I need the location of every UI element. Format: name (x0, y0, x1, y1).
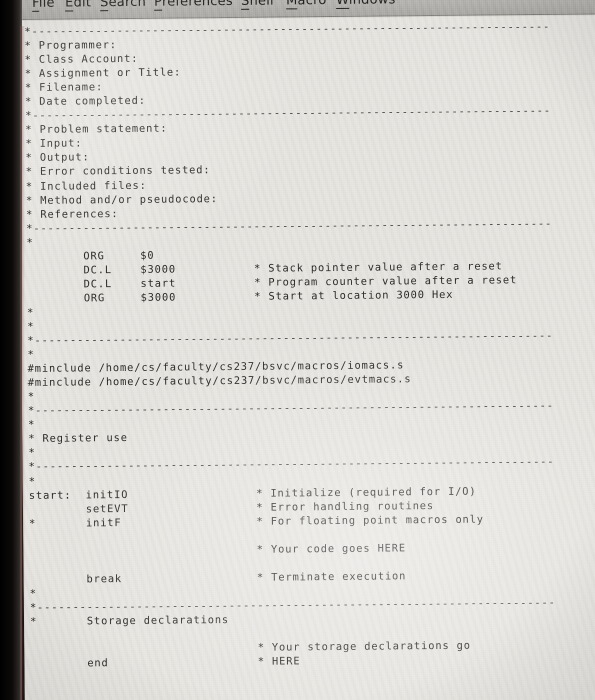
bezel-edge-glow (20, 26, 25, 700)
menu-item-search[interactable]: Search (100, 0, 146, 12)
menu-mnemonic: S (100, 0, 109, 12)
editor-text-area[interactable]: *---------------------------------------… (18, 15, 595, 700)
menu-item-preferences[interactable]: Preferences (154, 0, 233, 11)
menu-mnemonic: F (32, 0, 39, 12)
photograph-of-monitor: File Edit Search Preferences Shell Macro… (0, 0, 595, 700)
menu-item-edit[interactable]: Edit (65, 0, 91, 12)
menu-item-windows[interactable]: Windows (336, 0, 396, 9)
monitor-screen: File Edit Search Preferences Shell Macro… (18, 0, 595, 700)
menu-mnemonic: S (241, 0, 250, 10)
menu-item-file[interactable]: File (32, 0, 55, 12)
menu-item-shell[interactable]: Shell (241, 0, 274, 10)
menu-mnemonic: P (154, 0, 162, 11)
menu-item-macro[interactable]: Macro (286, 0, 327, 10)
source-code[interactable]: *---------------------------------------… (18, 19, 595, 671)
menu-mnemonic: M (286, 0, 298, 10)
monitor-bezel-left (0, 0, 22, 700)
menu-mnemonic: W (336, 0, 349, 9)
menu-mnemonic: E (65, 0, 74, 12)
